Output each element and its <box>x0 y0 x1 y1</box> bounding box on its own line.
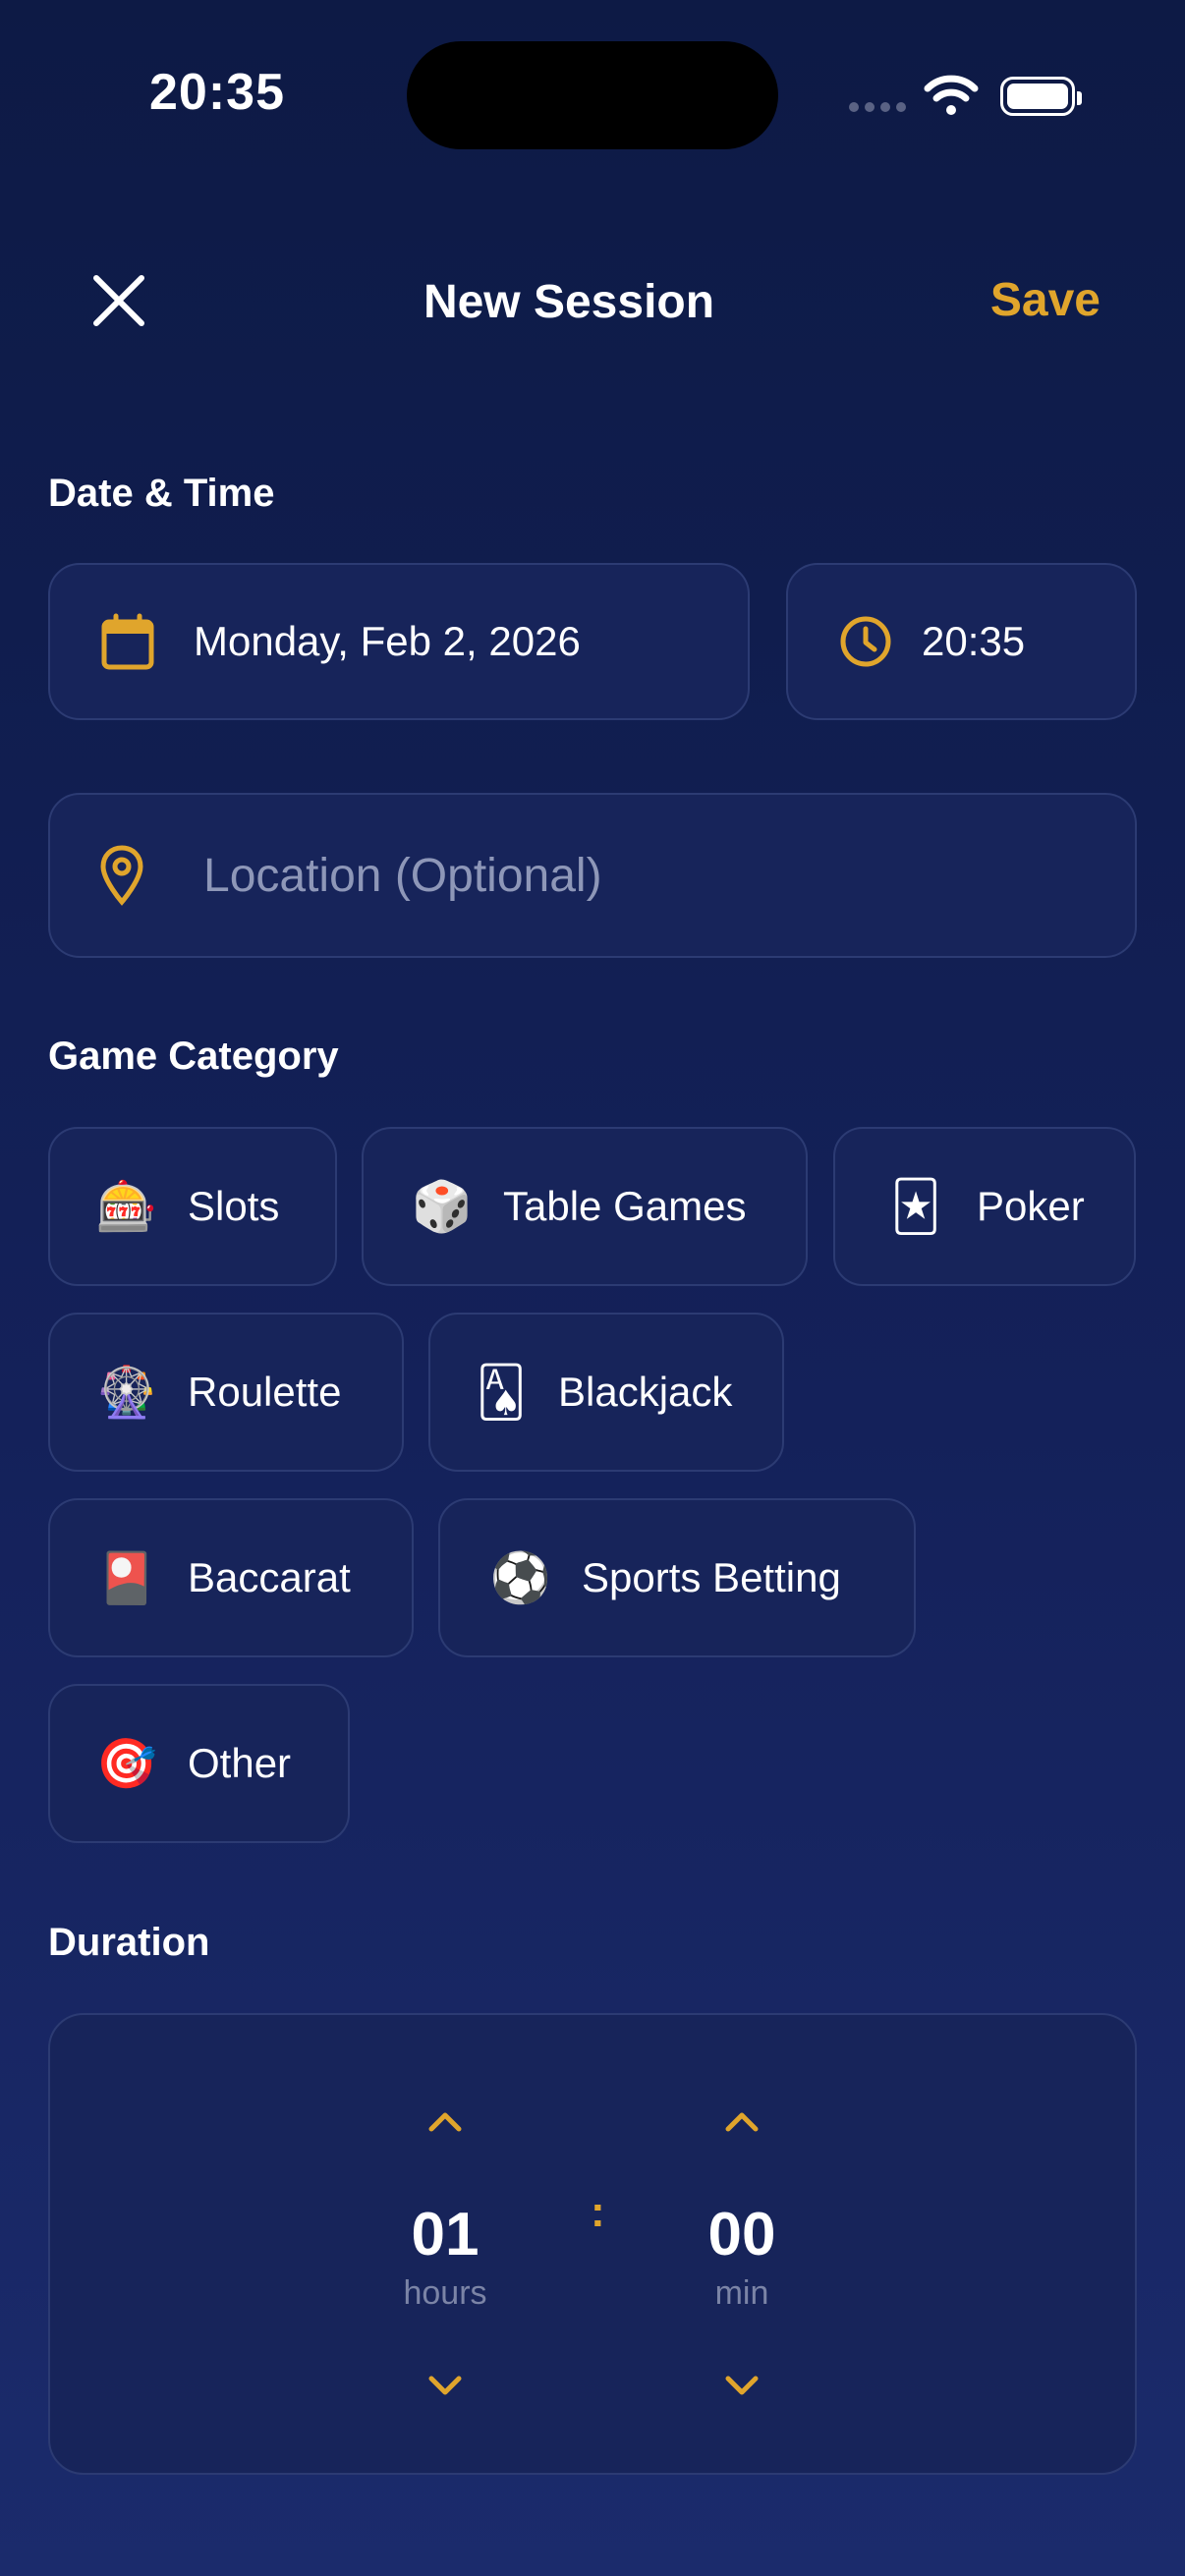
category-chip-roulette[interactable]: 🎡 Roulette <box>48 1313 404 1472</box>
hours-value: 01 <box>411 2201 480 2268</box>
soccer-ball-icon: ⚽ <box>489 1549 552 1605</box>
chevron-down-icon[interactable] <box>712 2367 771 2406</box>
minutes-stepper: 00 min <box>644 2015 840 2477</box>
cellular-signal-icon <box>849 102 906 112</box>
dice-icon: 🎲 <box>411 1178 474 1234</box>
minutes-value: 00 <box>707 2201 776 2268</box>
battery-icon <box>1000 77 1082 116</box>
hours-stepper: 01 hours <box>347 2015 543 2477</box>
category-label: Table Games <box>503 1183 747 1229</box>
joker-card-icon: 🃏 <box>890 1179 941 1234</box>
status-time: 20:35 <box>149 64 285 121</box>
chevron-down-icon[interactable] <box>416 2367 475 2406</box>
location-input[interactable]: Location (Optional) <box>48 793 1137 958</box>
category-chip-poker[interactable]: 🃏 Poker <box>833 1127 1136 1286</box>
time-field[interactable]: 20:35 <box>786 563 1137 720</box>
time-separator: : <box>591 2188 605 2236</box>
chevron-up-icon[interactable] <box>712 2101 771 2141</box>
calendar-icon <box>101 613 154 670</box>
category-label: Other <box>188 1740 292 1786</box>
game-category-section-label: Game Category <box>48 1035 339 1078</box>
category-label: Blackjack <box>558 1369 733 1415</box>
category-label: Baccarat <box>188 1554 351 1600</box>
flower-card-icon: 🎴 <box>95 1549 158 1605</box>
date-time-section-label: Date & Time <box>48 472 275 515</box>
date-field[interactable]: Monday, Feb 2, 2026 <box>48 563 750 720</box>
category-chip-table-games[interactable]: 🎲 Table Games <box>362 1127 808 1286</box>
category-chip-slots[interactable]: 🎰 Slots <box>48 1127 337 1286</box>
duration-section-label: Duration <box>48 1921 210 1964</box>
category-label: Roulette <box>188 1369 342 1415</box>
location-pin-icon <box>99 845 144 906</box>
category-label: Sports Betting <box>582 1554 841 1600</box>
category-label: Poker <box>977 1183 1085 1229</box>
ferris-wheel-icon: 🎡 <box>95 1364 158 1420</box>
wifi-icon <box>924 75 979 115</box>
target-icon: 🎯 <box>95 1735 158 1791</box>
minutes-unit-label: min <box>714 2274 769 2312</box>
time-value: 20:35 <box>922 618 1026 664</box>
category-chip-other[interactable]: 🎯 Other <box>48 1684 350 1843</box>
category-chip-blackjack[interactable]: 🂡 Blackjack <box>428 1313 784 1472</box>
location-placeholder: Location (Optional) <box>203 849 602 902</box>
dynamic-island <box>407 41 778 149</box>
category-chip-baccarat[interactable]: 🎴 Baccarat <box>48 1498 414 1657</box>
save-button[interactable]: Save <box>990 273 1100 327</box>
duration-picker: 01 hours : 00 min <box>48 2013 1137 2475</box>
page-title: New Session <box>423 276 715 328</box>
category-label: Slots <box>188 1183 280 1229</box>
clock-icon <box>839 615 892 668</box>
slot-machine-icon: 🎰 <box>95 1178 158 1234</box>
chevron-up-icon[interactable] <box>416 2101 475 2141</box>
date-value: Monday, Feb 2, 2026 <box>194 618 581 664</box>
playing-card-icon: 🂡 <box>476 1365 527 1420</box>
hours-unit-label: hours <box>403 2274 487 2312</box>
category-chip-sports-betting[interactable]: ⚽ Sports Betting <box>438 1498 916 1657</box>
